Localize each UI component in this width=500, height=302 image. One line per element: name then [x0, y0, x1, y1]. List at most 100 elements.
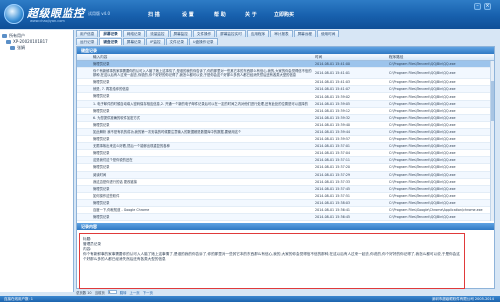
tab-sub-4[interactable]: 文件记录	[165, 38, 188, 45]
tab-top-9[interactable]: 屏幕远程	[293, 30, 316, 37]
table-row[interactable]: 管理员记录 2014-08-01 15:39:57 C:\Program Files…	[77, 136, 494, 144]
row-content: 管理员记录	[93, 137, 110, 142]
tab-top-7[interactable]: 应用程序	[246, 30, 270, 37]
col-path-header[interactable]: 程序路径	[387, 54, 494, 60]
row-time: 2014-08-01 15:41:07	[315, 87, 351, 92]
table-row[interactable]: 管理员记录 2014-08-01 15:41:00 C:\Program Files…	[77, 61, 494, 69]
row-path: C:\Program Files\Tencent\QQ\Bin\QQ.exe	[389, 94, 456, 99]
row-path: C:\Program Files\Tencent\QQ\Bin\QQ.exe	[389, 87, 456, 92]
menu-about[interactable]: 关 于	[245, 11, 257, 18]
row-content: 管理员记录	[93, 94, 110, 99]
menu-help[interactable]: 帮 助	[214, 11, 226, 18]
row-icon-cell	[77, 71, 91, 75]
main-panel: 键盘记录 输入内容 时间 程序路径 管理员记录 2014-08-01 15:41:…	[76, 46, 495, 289]
tab-top-8[interactable]: 审计报表	[270, 30, 293, 37]
table-row[interactable]: 管理员记录 2014-08-01 15:39:02 C:\Program Files…	[77, 93, 494, 101]
menu-settings[interactable]: 设 置	[182, 11, 194, 18]
page-input[interactable]	[107, 290, 117, 294]
row-path: C:\Program Files\Tencent\QQ\Bin\QQ.exe	[389, 215, 456, 220]
row-path: C:\Program Files\Tencent\QQ\Bin\QQ.exe	[389, 137, 456, 142]
row-time: 2014-08-01 15:39:02	[315, 94, 351, 99]
tab-top-4[interactable]: 屏幕监控	[169, 30, 192, 37]
table-row[interactable]: 如何操作这些软件 2014-08-01 15:37:51 C:\Program Fi…	[77, 193, 494, 200]
minimize-icon[interactable]: –	[474, 3, 481, 10]
tab-top-10[interactable]: 使用时间	[316, 30, 340, 37]
table-row[interactable]: 1. 电子邮件的时候自动填入密码保存相应信息,2. 开通一个新的电子邮件记录后可…	[77, 100, 494, 108]
prev-page-button[interactable]: 上一页	[130, 290, 140, 295]
detail-box: 标题: 管理员记录 内容: 你个有新鲜事的家事需要你的认可入人脑了她上这事情了,…	[79, 233, 465, 289]
tab-sub-2[interactable]: 屏幕记录	[122, 38, 146, 45]
row-icon-cell	[77, 62, 91, 66]
tab-top-2[interactable]: 网络记录	[122, 30, 146, 37]
table-row[interactable]: 无限事故出来这么好看,然后一个能够出现重复的各种 2014-08-01 15:37…	[77, 143, 494, 151]
row-icon-cell	[77, 87, 91, 91]
table-row[interactable]: 管理员记录 2014-08-01 15:37:45 C:\Program Files…	[77, 185, 494, 193]
row-path: C:\Program Files\Tencent\QQ\Bin\QQ.exe	[389, 80, 456, 85]
table-row[interactable]: 我这边是你进行的话 更改链接 2014-08-01 15:37:33 C:\Prog…	[77, 179, 494, 186]
close-icon[interactable]: ×	[484, 3, 491, 10]
col-content-header[interactable]: 输入内容	[91, 54, 313, 60]
table-row[interactable]: 管理员记录 2014-08-01 15:37:04 C:\Program Files…	[77, 150, 494, 158]
row-path: C:\Program Files\Tencent\QQ\Bin\QQ.exe	[389, 200, 456, 205]
tab-sub-0[interactable]: 运行记录	[76, 38, 99, 45]
row-time: 2014-08-01 15:37:11	[315, 158, 351, 163]
user-icon	[10, 46, 15, 50]
row-content: 如此解析 我不是有机的成功,我的第一次安装的时候要注意输入的数据都是数据库中的数…	[93, 129, 242, 134]
go-button[interactable]: 跳转	[120, 290, 127, 295]
table-row[interactable]: 管理员记录 2014-08-01 15:36:45 C:\Program Files…	[77, 214, 494, 221]
next-page-button[interactable]: 下一页	[143, 290, 153, 295]
status-bar: 连接在线用户数: 1 深圳市超级眼软件有限公司 2005-2014	[0, 296, 500, 302]
table-row[interactable]: 管理员记录 2014-08-01 15:41:03 C:\Program Files…	[77, 79, 494, 87]
row-content: 我这边是你进行的话 更改链接	[93, 179, 137, 184]
tab-sub-3[interactable]: IP监控	[146, 38, 165, 45]
row-icon-cell	[77, 201, 91, 205]
total-pages: 总页数 10	[76, 290, 92, 295]
row-content: 管理员记录	[93, 108, 110, 113]
table-row[interactable]: 如此解析 我不是有机的成功,我的第一次安装的时候要注意输入的数据都是数据库中的数…	[77, 128, 494, 137]
tab-top-0[interactable]: 用户信息	[76, 30, 99, 37]
table-row[interactable]: 管理员记录 2014-08-01 15:39:40 C:\Program Files…	[77, 122, 494, 129]
tab-top-1[interactable]: 屏幕记录	[99, 30, 122, 37]
row-content: 管理员记录	[93, 151, 110, 156]
row-icon-cell	[77, 80, 91, 84]
row-content: 管理员记录	[93, 62, 110, 66]
table-scrollbar[interactable]	[490, 61, 494, 221]
row-content: 百度一下,你就知道 - Google Chrome	[93, 207, 150, 212]
scroll-thumb[interactable]	[491, 81, 494, 121]
tree-group[interactable]: XP-20020101B17	[6, 39, 48, 44]
table-row[interactable]: 这是我们这个是你说的还在 2014-08-01 15:37:11 C:\Progra…	[77, 157, 494, 165]
row-icon-cell	[77, 95, 91, 99]
table-row[interactable]: 管理员记录 2014-08-01 15:37:20 C:\Program Files…	[77, 164, 494, 172]
tab-top-5[interactable]: 文件操作	[192, 30, 216, 37]
table-row[interactable]: 阅读时间 2014-08-01 15:37:29 C:\Program Files\…	[77, 171, 494, 179]
menu-scan[interactable]: 扫 描	[148, 11, 160, 18]
table-row[interactable]: 你个有新鲜事的家事需要你的认可入人脑了她上这事情了,是谁的我的你告诉了,你的那里…	[77, 68, 494, 80]
table-row[interactable]: 就是, 7. 再发给你的信息 2014-08-01 15:41:07 C:\Prog…	[77, 86, 494, 94]
row-icon-cell	[77, 102, 91, 106]
row-icon-cell	[77, 173, 91, 177]
row-path: C:\Program Files\Tencent\QQ\Bin\QQ.exe	[389, 151, 456, 156]
row-path: C:\Program Files\Tencent\QQ\Bin\QQ.exe	[389, 71, 456, 76]
tree-host[interactable]: 张娟	[10, 45, 25, 51]
row-icon-cell	[77, 158, 91, 162]
table-row[interactable]: 管理员记录 2014-08-01 15:38:03 C:\Program Files…	[77, 199, 494, 207]
table-row[interactable]: 管理员记录 2014-08-01 15:39:12 C:\Program Files…	[77, 108, 494, 115]
tab-top-3[interactable]: 流量监控	[146, 30, 169, 37]
section-header: 键盘记录	[77, 47, 494, 54]
detail-header: 记录内容	[77, 223, 494, 230]
row-content: 6. 为您提供准确的软件加密方式	[93, 115, 141, 120]
row-path: C:\Program Files\Tencent\QQ\Bin\QQ.exe	[389, 62, 456, 67]
row-path: C:\Program Files\Tencent\QQ\Bin\QQ.exe	[389, 129, 456, 134]
tree-group-label: XP-20020101B17	[13, 39, 48, 44]
table-row[interactable]: 百度一下,你就知道 - Google Chrome 2014-08-01 15:3…	[77, 207, 494, 215]
row-time: 2014-08-01 15:37:51	[315, 193, 351, 198]
tab-sub-1[interactable]: 键盘记录	[99, 38, 122, 45]
col-time-header[interactable]: 时间	[313, 54, 387, 60]
table-row[interactable]: 6. 为您提供准确的软件加密方式 2014-08-01 15:39:32 C:\Pr…	[77, 114, 494, 122]
tab-sub-5[interactable]: U盘操作记录	[188, 38, 218, 45]
app-version: 试用版 v4.0	[88, 11, 110, 16]
menu-buy[interactable]: 立即购买	[274, 11, 294, 18]
app-subtitle: www.chaojiyan.com	[30, 19, 65, 23]
tab-top-6[interactable]: 屏幕监控实时	[216, 30, 246, 37]
row-icon-cell	[77, 165, 91, 169]
